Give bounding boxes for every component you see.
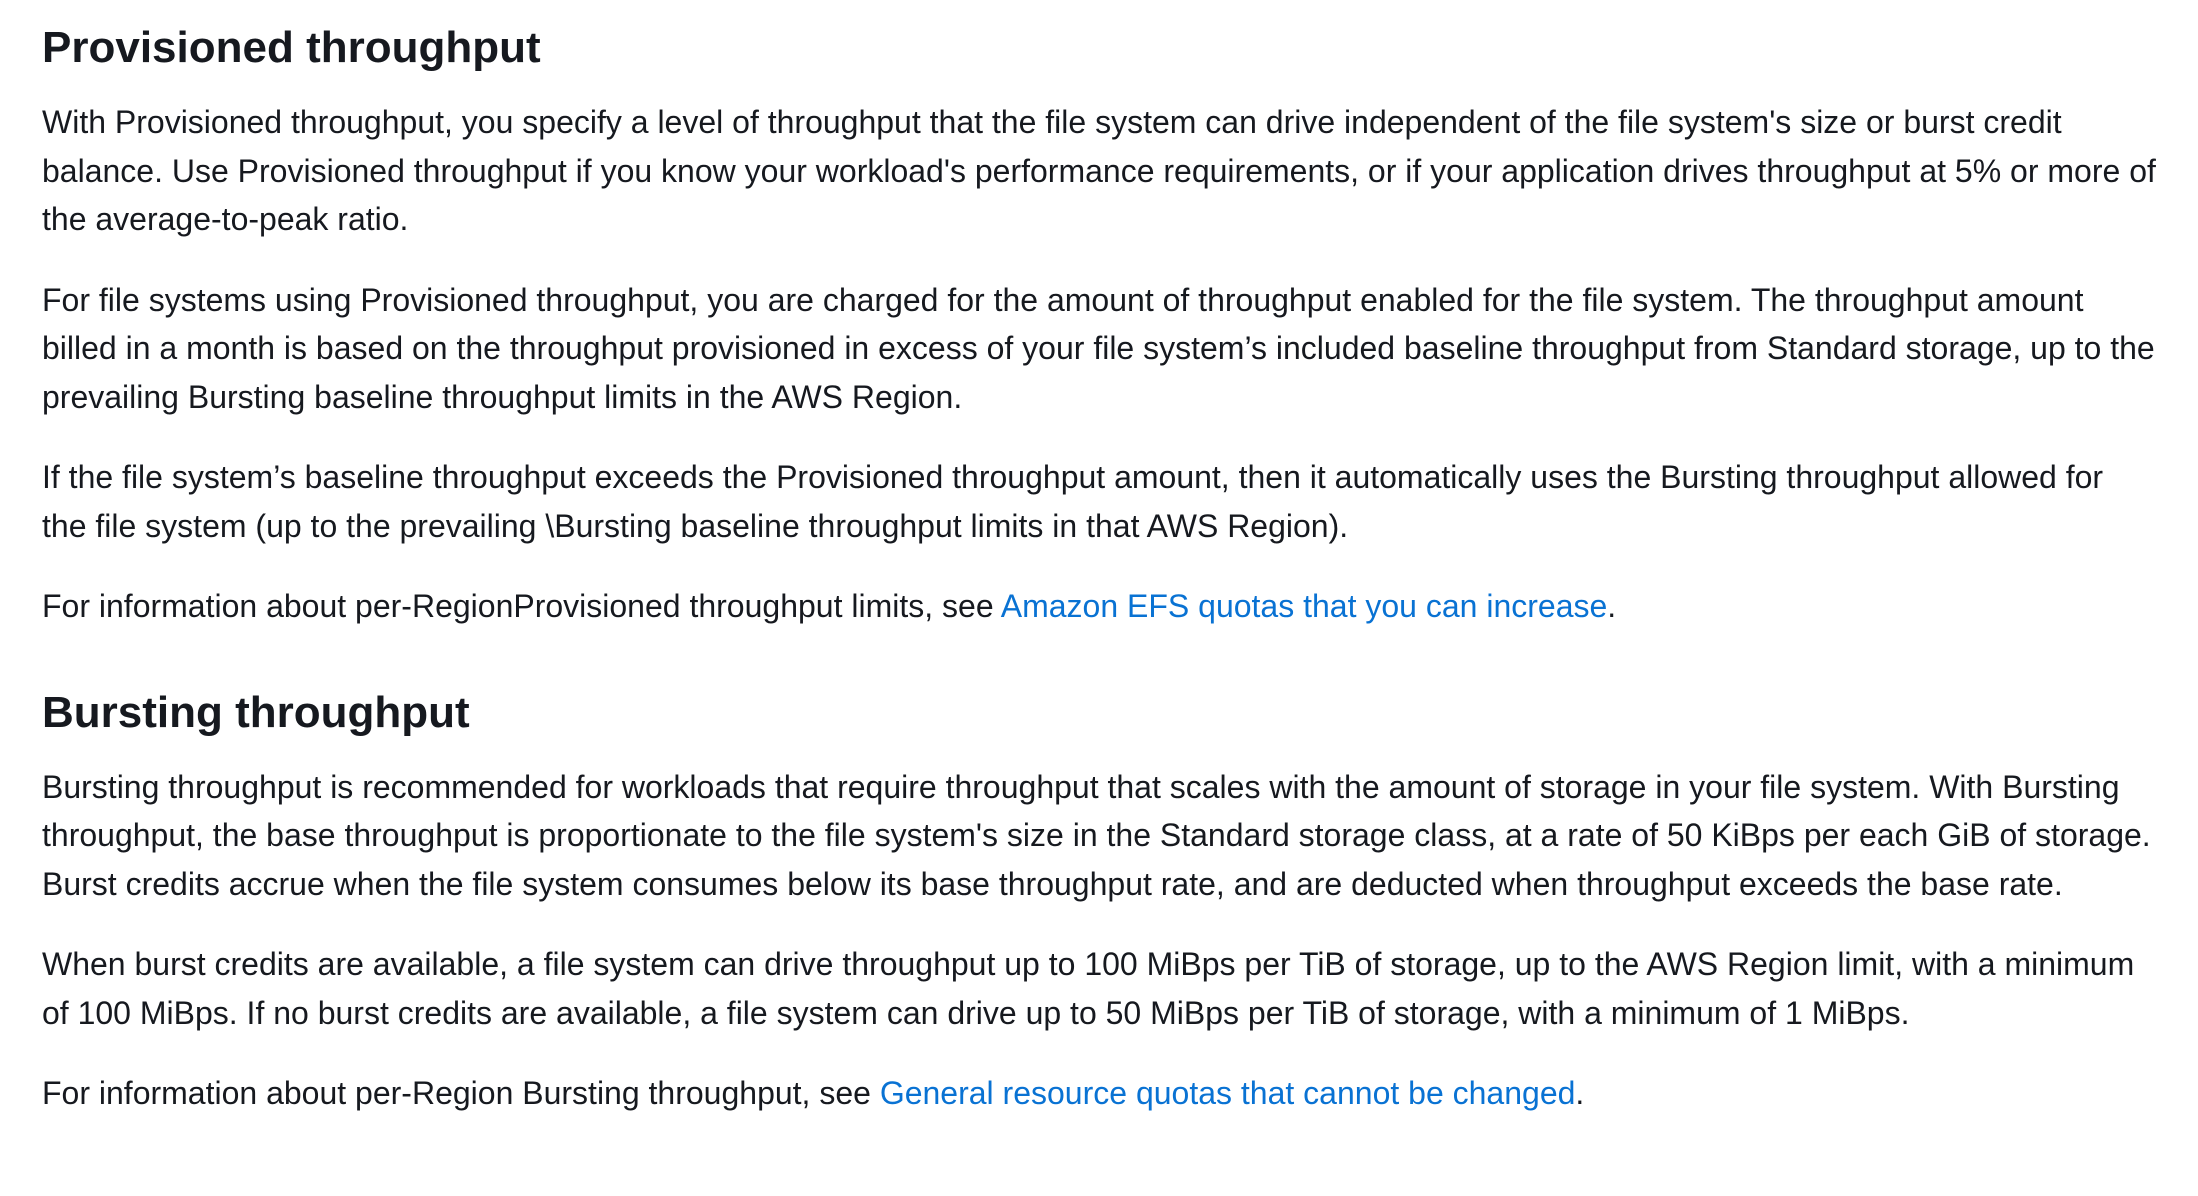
provisioned-paragraph-1: With Provisioned throughput, you specify… bbox=[42, 104, 2156, 237]
bursting-info-text: For information about per-Region Burstin… bbox=[42, 1075, 880, 1111]
provisioned-info-text: For information about per-RegionProvisio… bbox=[42, 588, 1001, 624]
doc-content: Provisioned throughput With Provisioned … bbox=[0, 0, 2198, 1118]
provisioned-info-paragraph: For information about per-RegionProvisio… bbox=[42, 582, 2156, 631]
provisioned-paragraph-3: If the file system’s baseline throughput… bbox=[42, 459, 2104, 544]
bursting-heading: Bursting throughput bbox=[42, 687, 470, 737]
provisioned-info-period: . bbox=[1607, 588, 1617, 624]
provisioned-section: Provisioned throughput With Provisioned … bbox=[42, 14, 2156, 631]
efs-quotas-increase-link[interactable]: Amazon EFS quotas that you can increase bbox=[1001, 588, 1608, 624]
bursting-section: Bursting throughput Bursting throughput … bbox=[42, 663, 2156, 1118]
bursting-info-period: . bbox=[1575, 1075, 1585, 1111]
general-quotas-link[interactable]: General resource quotas that cannot be c… bbox=[880, 1075, 1576, 1111]
bursting-paragraph-1: Bursting throughput is recommended for w… bbox=[42, 768, 2151, 902]
bursting-paragraph-2: When burst credits are available, a file… bbox=[42, 946, 2135, 1031]
provisioned-paragraph-2: For file systems using Provisioned throu… bbox=[42, 281, 2155, 415]
bursting-info-paragraph: For information about per-Region Burstin… bbox=[42, 1069, 2156, 1118]
provisioned-heading: Provisioned throughput bbox=[42, 23, 541, 72]
